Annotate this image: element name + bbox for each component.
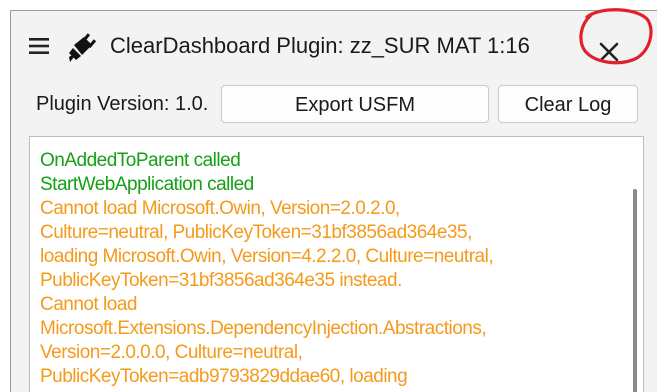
log-scrollbar-thumb[interactable] [633,189,637,392]
log-line: PublicKeyToken=adb9793829ddae60, loading [40,366,408,387]
title-bar[interactable]: ClearDashboard Plugin: zz_SUR MAT 1:16 [11,11,657,75]
log-line: Microsoft.Extensions.DependencyInjection… [40,318,487,339]
log-lines: OnAddedToParent called StartWebApplicatio… [40,149,610,389]
export-usfm-button[interactable]: Export USFM [221,85,489,123]
log-line: PublicKeyToken=31bf3856ad364e35 instead. [40,270,402,291]
window-title: ClearDashboard Plugin: zz_SUR MAT 1:16 [110,33,530,58]
log-line: Cannot load Microsoft.Owin, Version=2.0.… [40,198,400,219]
plugin-icon [66,31,98,63]
red-circle-annotation [579,8,653,65]
plugin-window: ClearDashboard Plugin: zz_SUR MAT 1:16 P… [10,10,657,392]
log-line: Culture=neutral, PublicKeyToken=31bf3856… [40,222,472,243]
log-line: loading Microsoft.Owin, Version=4.2.2.0,… [40,246,494,267]
log-line: StartWebApplication called [40,174,254,195]
log-panel[interactable]: OnAddedToParent called StartWebApplicatio… [29,136,644,392]
plugin-version-label: Plugin Version: 1.0. [36,93,209,115]
log-scrollbar[interactable] [626,137,643,392]
hamburger-menu-icon[interactable] [29,38,49,54]
log-line: OnAddedToParent called [40,150,241,171]
log-line: Version=2.0.0.0, Culture=neutral, [40,342,303,363]
clear-log-button[interactable]: Clear Log [498,85,638,123]
log-line: Cannot load [40,294,137,315]
toolbar: Plugin Version: 1.0. Export USFM Clear L… [11,75,657,131]
